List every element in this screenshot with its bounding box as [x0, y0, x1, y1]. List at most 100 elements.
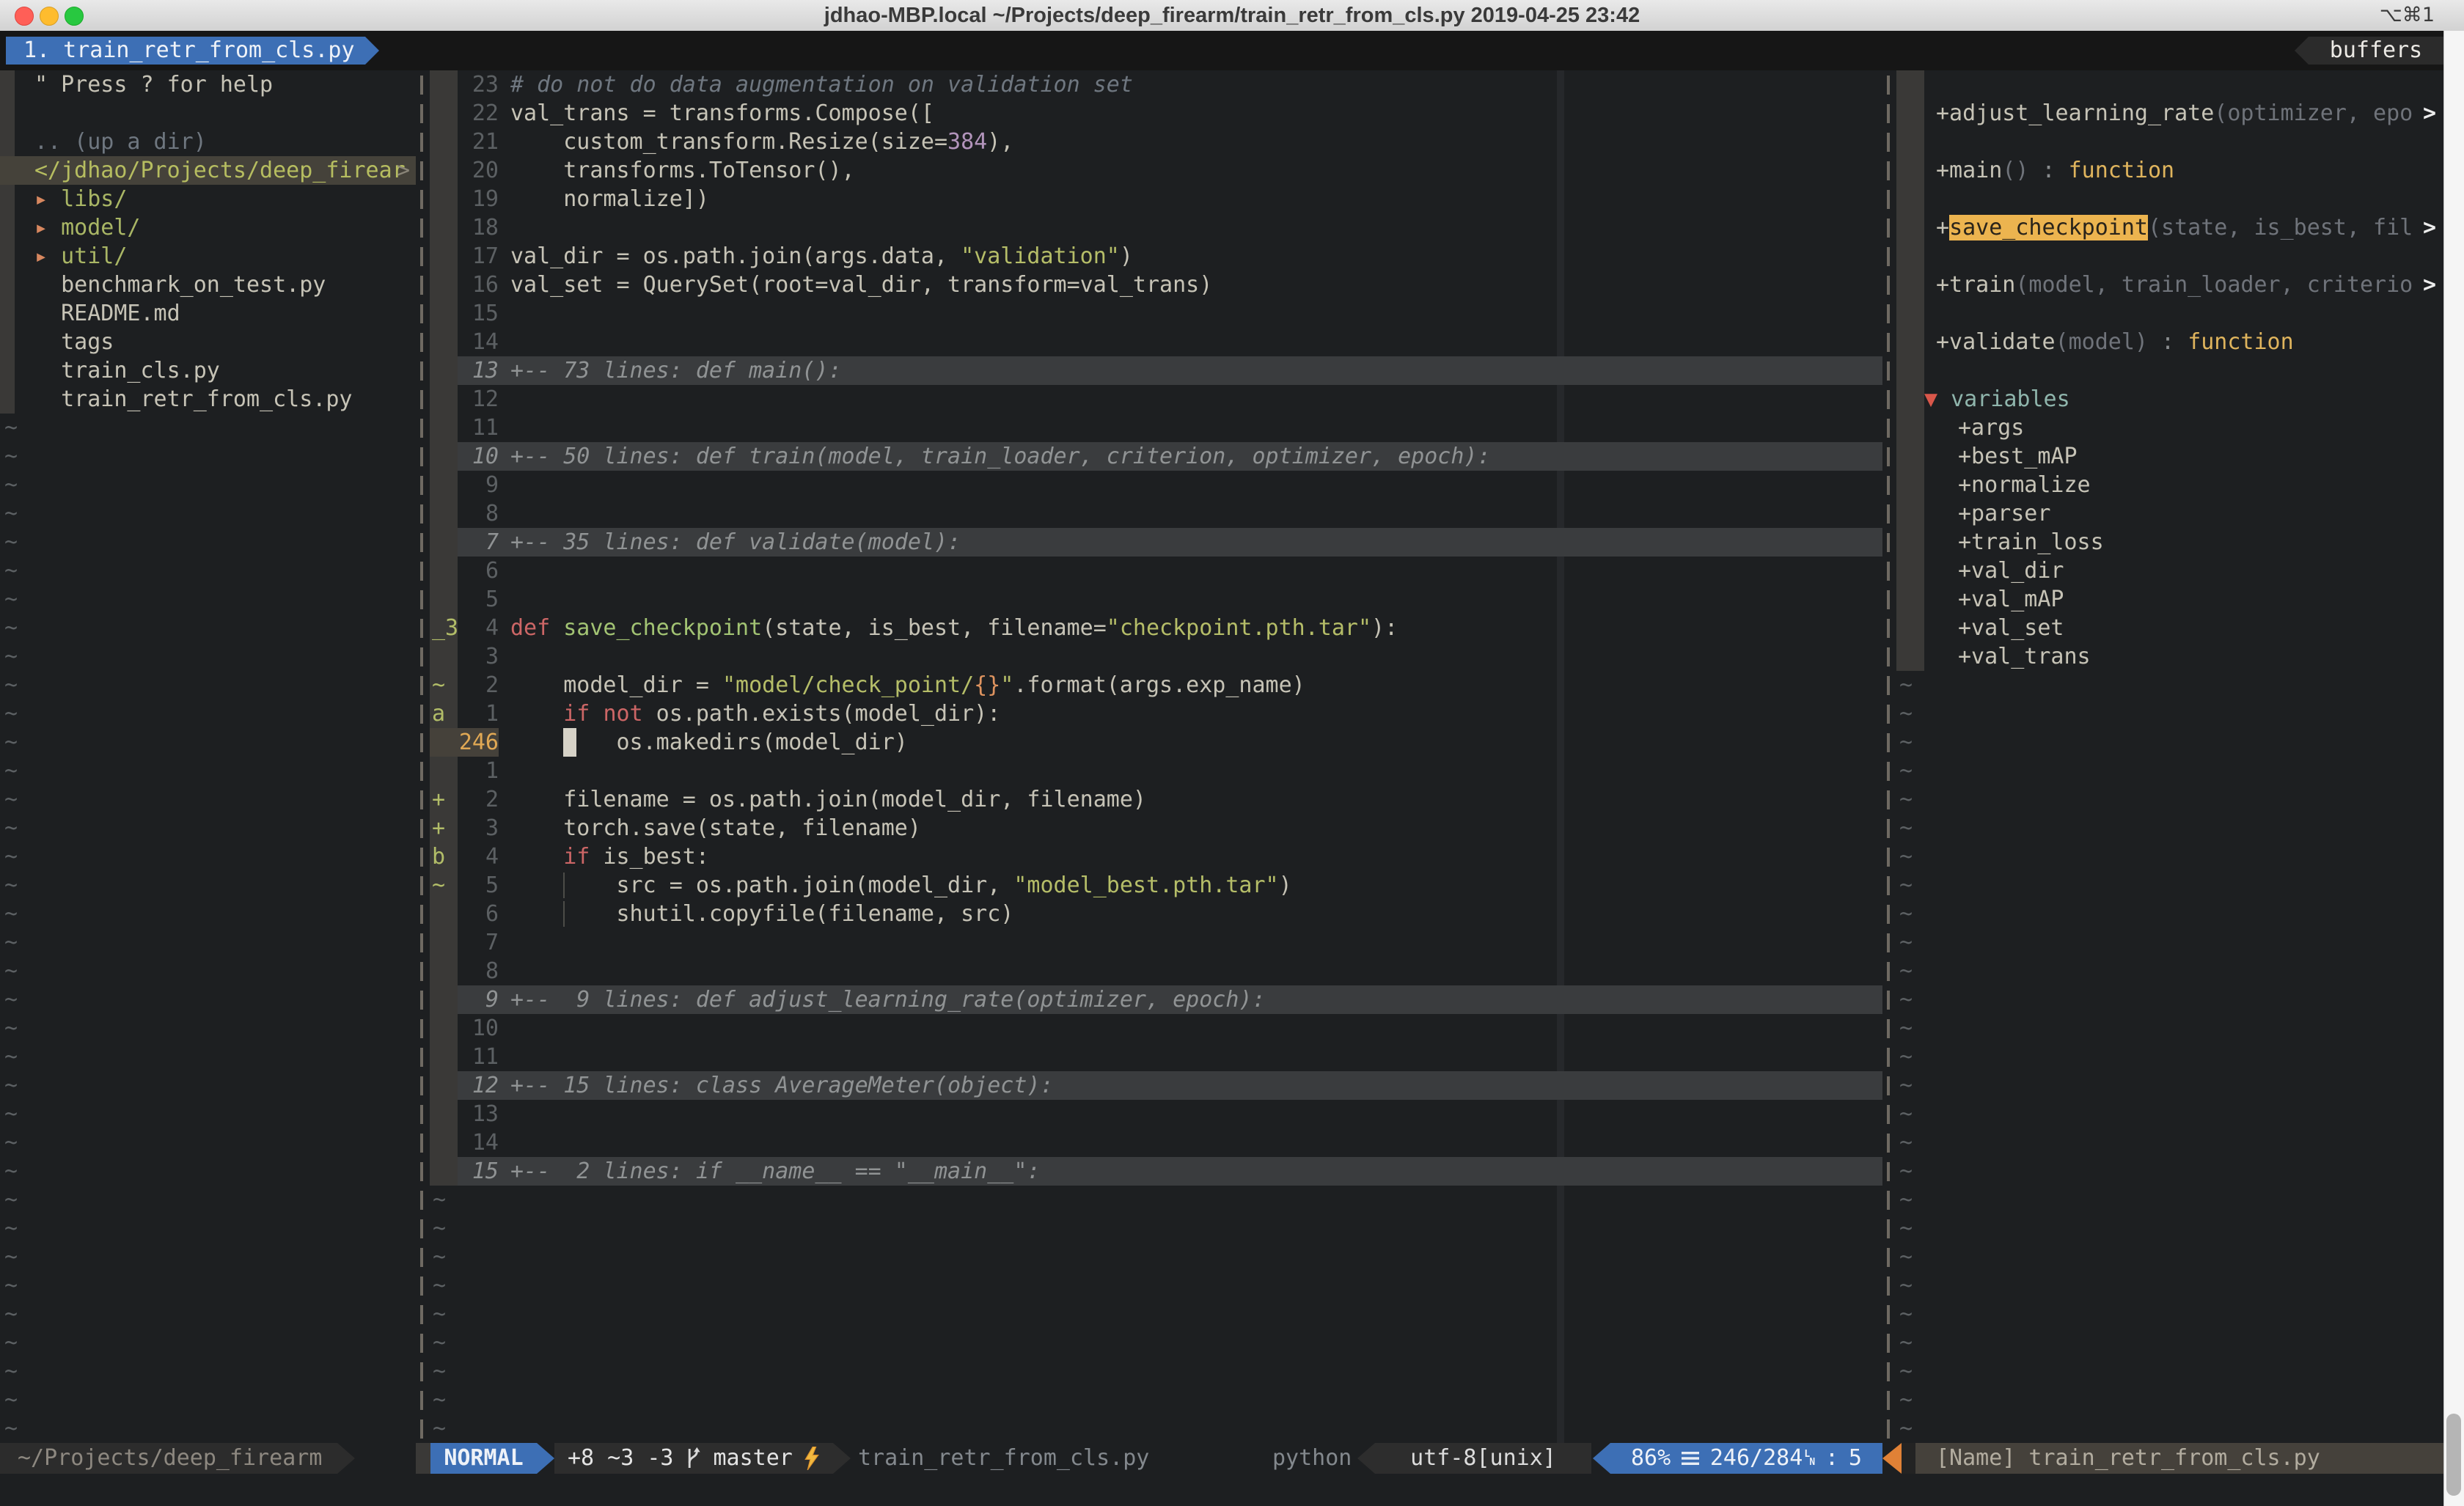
- code-line[interactable]: 22val_trans = transforms.Compose([: [430, 99, 1882, 128]
- empty-line-tilde: ~: [0, 642, 416, 671]
- chevron-right-icon: ▸: [34, 215, 48, 240]
- macvim-window: jdhao-MBP.local ~/Projects/deep_firearm/…: [0, 0, 2464, 1506]
- fold-line[interactable]: 7+-- 35 lines: def validate(model):: [430, 528, 1882, 557]
- code-line[interactable]: 16val_set = QuerySet(root=val_dir, trans…: [430, 271, 1882, 299]
- tag-args[interactable]: +args: [1896, 414, 2443, 442]
- tree-item-train_retr_from_clspy[interactable]: train_retr_from_cls.py: [0, 385, 416, 414]
- tree-item-train_clspy[interactable]: train_cls.py: [0, 356, 416, 385]
- command-line[interactable]: [0, 1474, 2443, 1506]
- code-line[interactable]: ~5 src = os.path.join(model_dir, "model_…: [430, 871, 1882, 900]
- empty-line-tilde: ~: [0, 1414, 416, 1443]
- code-line[interactable]: 9: [430, 471, 1882, 499]
- tag-normalize[interactable]: +normalize: [1896, 471, 2443, 499]
- powerline-arrow-icon: [337, 1443, 355, 1474]
- code-line[interactable]: a1 if not os.path.exists(model_dir):: [430, 699, 1882, 728]
- code-line[interactable]: 19 normalize]): [430, 185, 1882, 213]
- sign-column-cell: ~: [430, 871, 458, 900]
- line-text: def save_checkpoint(state, is_best, file…: [510, 614, 1398, 642]
- code-line[interactable]: 17val_dir = os.path.join(args.data, "val…: [430, 242, 1882, 271]
- code-line[interactable]: 5: [430, 585, 1882, 614]
- code-line[interactable]: 21 custom_transform.Resize(size=384),: [430, 128, 1882, 156]
- position-segment: 86% 246/284LN : 5: [1610, 1443, 1882, 1474]
- tag-scope-variables[interactable]: ▼ variables: [1896, 385, 2443, 414]
- tag-blank-line: [1896, 70, 2443, 99]
- fold-line[interactable]: 15+-- 2 lines: if __name__ == "__main__"…: [430, 1157, 1882, 1186]
- window-title: jdhao-MBP.local ~/Projects/deep_firearm/…: [0, 0, 2464, 31]
- buffers-label[interactable]: buffers: [2309, 37, 2443, 65]
- code-line[interactable]: 10: [430, 1014, 1882, 1043]
- code-line[interactable]: _34def save_checkpoint(state, is_best, f…: [430, 614, 1882, 642]
- tag-adjust_learning_rate[interactable]: +adjust_learning_rate(optimizer, epo>: [1896, 99, 2443, 128]
- fold-line[interactable]: 12+-- 15 lines: class AverageMeter(objec…: [430, 1071, 1882, 1100]
- empty-line-tilde: ~: [0, 528, 416, 557]
- code-line[interactable]: 11: [430, 1043, 1882, 1071]
- tag-val_mAP[interactable]: +val_mAP: [1896, 585, 2443, 614]
- tree-item-benchmark_on_testpy[interactable]: benchmark_on_test.py: [0, 271, 416, 299]
- code-line[interactable]: b4 if is_best:: [430, 842, 1882, 871]
- line-number-icon: LN: [1804, 1450, 1815, 1466]
- tree-help-line[interactable]: " Press ? for help: [0, 70, 416, 99]
- code-line[interactable]: 246 os.makedirs(model_dir): [430, 728, 1882, 757]
- tag-val_set[interactable]: +val_set: [1896, 614, 2443, 642]
- tree-item-tags[interactable]: tags: [0, 328, 416, 356]
- line-number: 9: [458, 471, 499, 499]
- cursor-column: 5: [1849, 1443, 1862, 1474]
- empty-line-tilde: ~: [1896, 1271, 2443, 1300]
- tree-item-READMEmd[interactable]: README.md: [0, 299, 416, 328]
- tag-val_dir[interactable]: +val_dir: [1896, 557, 2443, 585]
- code-line[interactable]: 13: [430, 1100, 1882, 1128]
- fold-line[interactable]: 10+-- 50 lines: def train(model, train_l…: [430, 442, 1882, 471]
- tag-train[interactable]: +train(model, train_loader, criterio>: [1896, 271, 2443, 299]
- tree-up-dir[interactable]: .. (up a dir): [0, 128, 416, 156]
- code-line[interactable]: 12: [430, 385, 1882, 414]
- fold-line[interactable]: 9+-- 9 lines: def adjust_learning_rate(o…: [430, 985, 1882, 1014]
- code-line[interactable]: 7: [430, 928, 1882, 957]
- tab-current-buffer[interactable]: 1. train_retr_from_cls.py: [6, 37, 365, 65]
- code-line[interactable]: 15: [430, 299, 1882, 328]
- code-line[interactable]: 1: [430, 757, 1882, 785]
- tree-item-libs[interactable]: ▸ libs/: [0, 185, 416, 213]
- empty-line-tilde: ~: [0, 1100, 416, 1128]
- code-line[interactable]: 14: [430, 328, 1882, 356]
- window-separator-right[interactable]: [1887, 70, 1890, 1443]
- empty-line-tilde: ~: [0, 471, 416, 499]
- tag-main[interactable]: +main() : function: [1896, 156, 2443, 185]
- code-line[interactable]: ~2 model_dir = "model/check_point/{}".fo…: [430, 671, 1882, 699]
- code-line[interactable]: 11: [430, 414, 1882, 442]
- line-text: val_dir = os.path.join(args.data, "valid…: [510, 242, 1133, 271]
- tree-item-util[interactable]: ▸ util/: [0, 242, 416, 271]
- tag-train_loss[interactable]: +train_loss: [1896, 528, 2443, 557]
- line-text: custom_transform.Resize(size=384),: [510, 128, 1013, 156]
- scrollbar-thumb[interactable]: [2446, 1414, 2461, 1496]
- empty-line-tilde: ~: [1896, 1243, 2443, 1271]
- empty-line-tilde: ~: [430, 1357, 1882, 1386]
- tree-item-model[interactable]: ▸ model/: [0, 213, 416, 242]
- code-line[interactable]: 3: [430, 642, 1882, 671]
- tree-blank-line: [0, 99, 416, 128]
- code-line[interactable]: 23# do not do data augmentation on valid…: [430, 70, 1882, 99]
- empty-line-tilde: ~: [430, 1214, 1882, 1243]
- fold-line[interactable]: 13+-- 73 lines: def main():: [430, 356, 1882, 385]
- code-line[interactable]: +2 filename = os.path.join(model_dir, fi…: [430, 785, 1882, 814]
- tag-val_trans[interactable]: +val_trans: [1896, 642, 2443, 671]
- tag-best_mAP[interactable]: +best_mAP: [1896, 442, 2443, 471]
- sign-column-cell: [430, 642, 458, 671]
- code-line[interactable]: +3 torch.save(state, filename): [430, 814, 1882, 842]
- code-line[interactable]: 18: [430, 213, 1882, 242]
- empty-line-tilde: ~: [0, 1071, 416, 1100]
- tag-validate[interactable]: +validate(model) : function: [1896, 328, 2443, 356]
- code-line[interactable]: 6: [430, 557, 1882, 585]
- tag-parser[interactable]: +parser: [1896, 499, 2443, 528]
- window-separator-left[interactable]: [420, 70, 423, 1443]
- chevron-right-icon: ▸: [34, 243, 48, 269]
- scrollbar-track[interactable]: [2443, 31, 2464, 1506]
- line-text: transforms.ToTensor(),: [510, 156, 855, 185]
- sign-column-cell: +: [430, 814, 458, 842]
- code-line[interactable]: 8: [430, 957, 1882, 985]
- code-line[interactable]: 6 shutil.copyfile(filename, src): [430, 900, 1882, 928]
- tag-save_checkpoint[interactable]: +save_checkpoint(state, is_best, fil>: [1896, 213, 2443, 242]
- code-line[interactable]: 14: [430, 1128, 1882, 1157]
- tree-root-selected[interactable]: </jdhao/Projects/deep_firear>: [0, 156, 416, 185]
- code-line[interactable]: 20 transforms.ToTensor(),: [430, 156, 1882, 185]
- code-line[interactable]: 8: [430, 499, 1882, 528]
